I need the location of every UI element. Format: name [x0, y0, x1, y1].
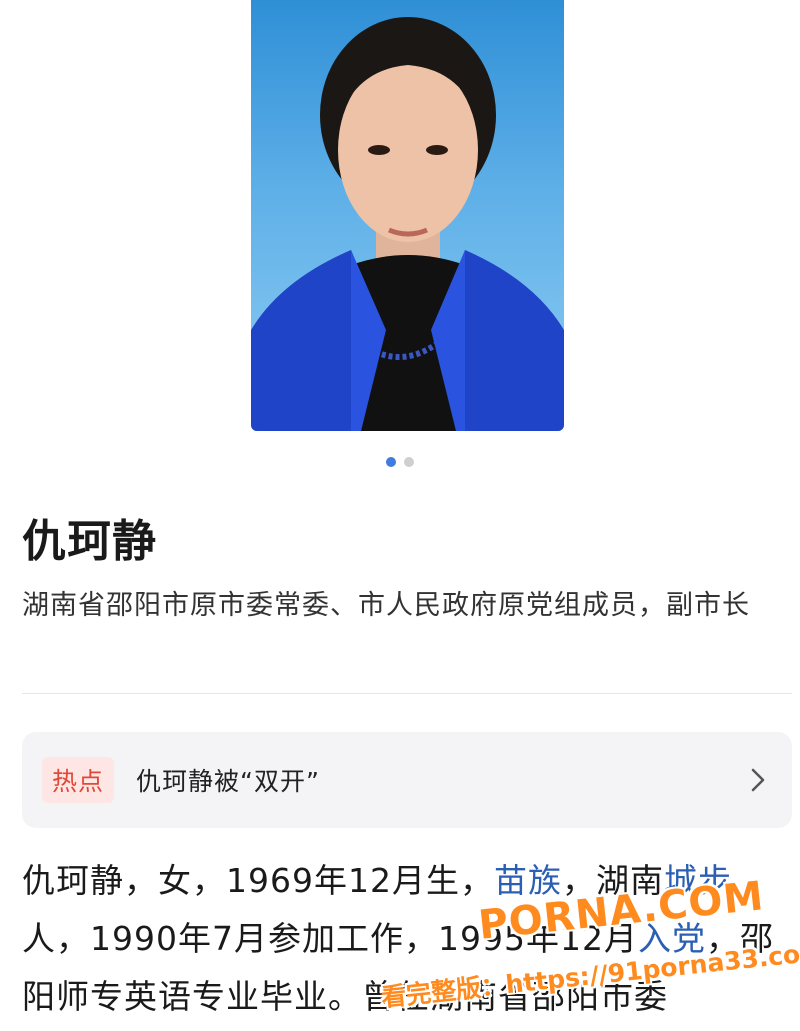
divider — [22, 693, 792, 694]
hot-topic-tag: 热点 — [42, 757, 115, 803]
carousel-dot[interactable] — [404, 457, 414, 467]
chevron-right-icon[interactable] — [748, 767, 768, 793]
profile-subtitle: 湖南省邵阳市原市委常委、市人民政府原党组成员，副市长 — [22, 590, 750, 621]
hot-topic-text[interactable]: 仇珂静被“双开” — [136, 762, 748, 798]
bio-text-1: 仇珂静，女，1969年12月生， — [22, 861, 494, 900]
profile-name: 仇珂静 — [22, 516, 157, 567]
carousel-indicator — [0, 457, 800, 467]
carousel-dot-active[interactable] — [386, 457, 396, 467]
hot-topic-card[interactable]: 热点 仇珂静被“双开” — [22, 732, 792, 828]
profile-photo[interactable] — [251, 0, 564, 431]
